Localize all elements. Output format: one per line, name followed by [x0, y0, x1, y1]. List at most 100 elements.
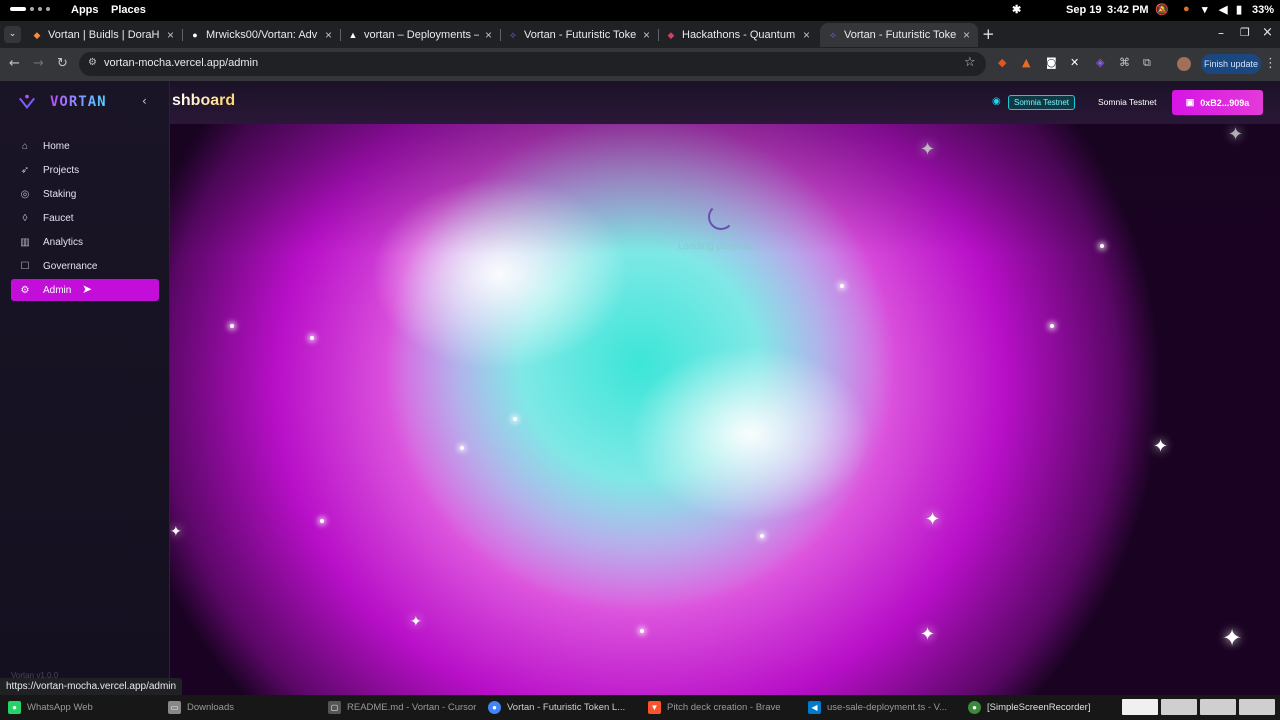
close-window-icon[interactable]: ×: [1262, 25, 1273, 40]
network-wifi-icon: ◉: [992, 96, 1001, 107]
whatsapp-icon: ●: [8, 701, 21, 714]
rocket-icon: ➶: [20, 164, 30, 176]
accessibility-icon[interactable]: ✱: [1012, 3, 1021, 16]
taskbar-item-whatsapp[interactable]: ● WhatsApp Web: [8, 699, 93, 716]
browser-tab[interactable]: ● Mrwicks00/Vortan: Adv ×: [182, 23, 340, 47]
sparkle-decoration: ✦: [410, 614, 422, 630]
coins-icon: ◎: [20, 188, 30, 200]
finish-update-button[interactable]: Finish update: [1201, 54, 1261, 74]
browser-tab-active[interactable]: ⟡ Vortan - Futuristic Toke ×: [820, 23, 978, 47]
network-switch-button[interactable]: Somnia Testnet: [1090, 94, 1164, 111]
minimize-icon[interactable]: –: [1218, 26, 1224, 40]
sidebar-item-faucet[interactable]: ◊ Faucet: [11, 207, 159, 229]
sidebar-item-label: Staking: [43, 188, 77, 200]
sidebar-item-governance[interactable]: ☐ Governance: [11, 255, 159, 277]
chrome-icon: ●: [488, 701, 501, 714]
star-decoration: [1100, 244, 1104, 248]
browser-tab-strip: ⌄ ◆ Vortan | Buidls | DoraH × ● Mrwicks0…: [0, 21, 1280, 48]
address-bar[interactable]: ⚙ vortan-mocha.vercel.app/admin ☆: [79, 52, 986, 76]
site-info-icon[interactable]: ⚙: [88, 57, 97, 68]
vortan-icon: ⟡: [510, 29, 516, 40]
workspace-3[interactable]: [1200, 699, 1236, 715]
taskbar-item-chrome[interactable]: ● Vortan - Futuristic Token L...: [488, 699, 625, 716]
extension-icon[interactable]: ⌘: [1119, 56, 1130, 69]
browser-toolbar: ← → ↻ ⚙ vortan-mocha.vercel.app/admin ☆ …: [0, 48, 1280, 81]
restore-icon[interactable]: ❐: [1240, 26, 1250, 39]
taskbar-item-cursor[interactable]: ▢ README.md - Vortan - Cursor: [328, 699, 476, 716]
workspace-2[interactable]: [1161, 699, 1197, 715]
browser-tab[interactable]: ⟡ Vortan - Futuristic Toke ×: [500, 23, 658, 47]
cursor-editor-icon: ▢: [328, 701, 341, 714]
profile-avatar[interactable]: [1177, 57, 1191, 71]
extension-icon[interactable]: ▲: [1022, 56, 1030, 69]
x-extension-icon[interactable]: ✕: [1070, 56, 1079, 69]
tab-title: Hackathons - Quantum: [682, 29, 796, 41]
new-tab-icon[interactable]: +: [982, 25, 995, 43]
network-badge: Somnia Testnet: [1008, 95, 1075, 110]
taskbar-item-recorder[interactable]: ● [SimpleScreenRecorder]: [968, 699, 1091, 716]
puzzle-extensions-icon[interactable]: ⧉: [1143, 56, 1151, 70]
kebab-menu-icon[interactable]: ⋮: [1264, 56, 1277, 71]
workspace-1[interactable]: [1122, 699, 1158, 715]
places-menu[interactable]: Places: [111, 4, 146, 16]
forward-icon[interactable]: →: [33, 56, 44, 71]
sidebar-item-label: Home: [43, 140, 70, 152]
workspace-4[interactable]: [1239, 699, 1275, 715]
date-label[interactable]: Sep 19: [1066, 4, 1101, 16]
taskbar-item-vscode[interactable]: ◀ use-sale-deployment.ts - V...: [808, 699, 947, 716]
back-icon[interactable]: ←: [9, 56, 20, 71]
wallet-button[interactable]: ▣ 0xB2...909a: [1172, 90, 1263, 115]
close-tab-icon[interactable]: ×: [167, 28, 174, 42]
sidebar-item-staking[interactable]: ◎ Staking: [11, 183, 159, 205]
sidebar-item-label: Admin: [43, 284, 72, 296]
metamask-extension-icon[interactable]: ◆: [998, 56, 1006, 69]
bookmark-star-icon[interactable]: ☆: [964, 55, 976, 70]
page-title: shboard: [172, 92, 236, 109]
vortan-logo-icon: [19, 94, 35, 109]
workspace-indicator[interactable]: [10, 7, 50, 11]
taskbar-item-downloads[interactable]: ▭ Downloads: [168, 699, 234, 716]
star-decoration: [513, 417, 517, 421]
wallet-icon: ▣: [1185, 97, 1195, 107]
close-tab-icon[interactable]: ×: [803, 28, 810, 42]
tab-title: Vortan - Futuristic Toke: [844, 29, 957, 41]
tab-search-icon[interactable]: ⌄: [4, 26, 21, 43]
close-tab-icon[interactable]: ×: [485, 28, 492, 42]
close-tab-icon[interactable]: ×: [643, 28, 650, 42]
taskbar-label: [SimpleScreenRecorder]: [987, 702, 1091, 713]
sidebar-item-projects[interactable]: ➶ Projects: [11, 159, 159, 181]
url-text[interactable]: vortan-mocha.vercel.app/admin: [104, 57, 258, 69]
taskbar-item-brave[interactable]: ▼ Pitch deck creation - Brave: [648, 699, 781, 716]
reload-icon[interactable]: ↻: [57, 56, 68, 71]
apps-menu[interactable]: Apps: [71, 4, 99, 16]
sidebar-item-label: Governance: [43, 260, 98, 272]
battery-icon[interactable]: ▮: [1236, 3, 1242, 16]
sidebar-item-home[interactable]: ⌂ Home: [11, 135, 159, 157]
wifi-icon[interactable]: ▾: [1202, 3, 1208, 16]
close-tab-icon[interactable]: ×: [325, 28, 332, 42]
vortan-icon: ⟡: [830, 29, 836, 40]
brave-icon: ▼: [648, 701, 661, 714]
extension-icon[interactable]: ◈: [1096, 56, 1104, 69]
tab-title: Mrwicks00/Vortan: Adv: [206, 29, 318, 41]
browser-tab[interactable]: ◆ Hackathons - Quantum ×: [658, 23, 818, 47]
notifications-off-icon[interactable]: 🔕: [1155, 3, 1169, 16]
vercel-icon: ▲: [348, 30, 358, 40]
extension-icon[interactable]: ◙: [1046, 56, 1057, 69]
microphone-icon[interactable]: ●: [1183, 3, 1190, 15]
bar-chart-icon: ▥: [20, 236, 30, 248]
close-tab-icon[interactable]: ×: [963, 28, 970, 42]
volume-icon[interactable]: ◀: [1219, 3, 1227, 16]
collapse-sidebar-icon[interactable]: ‹: [142, 94, 147, 108]
wallet-address: 0xB2...909a: [1200, 97, 1250, 108]
sparkle-decoration: ✦: [1228, 124, 1244, 145]
star-decoration: [640, 629, 644, 633]
sidebar-item-label: Analytics: [43, 236, 84, 248]
clock-label[interactable]: 3:42 PM: [1107, 4, 1149, 16]
browser-tab[interactable]: ▲ vortan – Deployments – ×: [340, 23, 500, 47]
app-header: shboard ◉ Somnia Testnet Somnia Testnet …: [170, 81, 1280, 124]
sparkle-decoration: ✦: [925, 509, 941, 530]
dorahacks-icon: ◆: [33, 29, 41, 40]
browser-tab[interactable]: ◆ Vortan | Buidls | DoraH ×: [24, 23, 182, 47]
sidebar-item-analytics[interactable]: ▥ Analytics: [11, 231, 159, 253]
